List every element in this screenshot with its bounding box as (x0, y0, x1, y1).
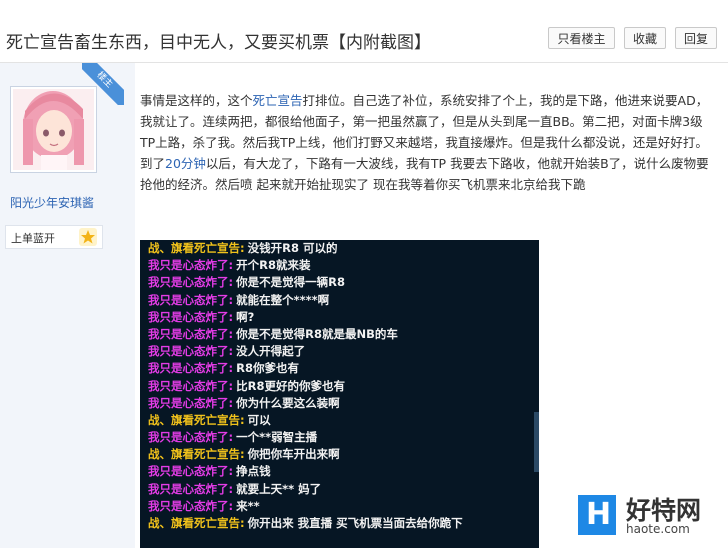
chat-speaker: 我只是心态炸了: (148, 326, 234, 341)
chat-line: 我只是心态炸了: 没人开得起了 (140, 343, 539, 360)
chat-message: 没人开得起了 (236, 344, 306, 359)
chat-speaker: 我只是心态炸了: (148, 275, 234, 290)
chat-line: 我只是心态炸了: 挣点钱 (140, 463, 539, 480)
chat-log: 战、旗看死亡宣告: 没钱开R8 可以的 我只是心态炸了: 开个R8就来装 我只是心态炸了… (140, 240, 539, 532)
chat-message: 你是不是觉得R8就是最NB的车 (236, 326, 398, 341)
watermark-logo-icon: H (578, 495, 616, 535)
chat-message: 一个**弱智主播 (236, 430, 318, 445)
author-username[interactable]: 阳光少年安琪酱 (10, 194, 94, 211)
chat-line: 我只是心态炸了: 你为什么要这么装啊 (140, 395, 539, 412)
chat-message: R8你爹也有 (236, 361, 299, 376)
chat-message: 你开出来 我直播 买飞机票当面去给你跪下 (247, 516, 463, 530)
chat-speaker: 我只是心态炸了: (148, 361, 234, 376)
chat-message: 就能在整个****啊 (236, 292, 330, 307)
watermark: H 好特网 haote.com (574, 491, 724, 543)
watermark-url: haote.com (626, 522, 690, 536)
chat-line: 战、旗看死亡宣告: 你把你车开出来啊 (140, 446, 539, 463)
chat-speaker: 我只是心态炸了: (148, 292, 234, 307)
chat-message: 你是不是觉得一辆R8 (236, 275, 345, 290)
chat-speaker: 战、旗看死亡宣告: (148, 241, 245, 255)
chat-speaker: 我只是心态炸了: (148, 309, 234, 324)
chat-speaker: 我只是心态炸了: (148, 464, 234, 479)
chat-line: 我只是心态炸了: 开个R8就来装 (140, 257, 539, 274)
chat-line: 我只是心态炸了: 就能在整个****啊 (140, 292, 539, 309)
post-link-name[interactable]: 死亡宣告 (253, 93, 303, 108)
chat-line: 我只是心态炸了: 你是不是觉得R8就是最NB的车 (140, 326, 539, 343)
only-author-button[interactable]: 只看楼主 (548, 27, 615, 49)
chat-speaker: 我只是心态炸了: (148, 344, 234, 359)
chat-speaker: 战、旗看死亡宣告: (148, 412, 245, 427)
chat-line: 我只是心态炸了: R8你爹也有 (140, 360, 539, 377)
chat-line: 我只是心态炸了: 啊? (140, 309, 539, 326)
star-icon (79, 228, 97, 246)
chat-speaker: 我只是心态炸了: (148, 258, 234, 273)
chat-screenshot: 战、旗看死亡宣告: 没钱开R8 可以的 我只是心态炸了: 开个R8就来装 我只是心态炸了… (140, 240, 539, 548)
chat-speaker: 我只是心态炸了: (148, 395, 234, 410)
chat-message: 开个R8就来装 (236, 258, 311, 273)
chat-speaker: 战、旗看死亡宣告: (148, 516, 245, 530)
chat-line: 战、旗看死亡宣告: 没钱开R8 可以的 (140, 240, 539, 257)
chat-line: 战、旗看死亡宣告: 可以 (140, 412, 539, 429)
post-content: 事情是这样的，这个死亡宣告打排位。自己选了补位，系统安排了个上，我的是下路，他进… (140, 90, 710, 195)
level-label: 上单蓝开 (11, 232, 55, 245)
chat-speaker: 战、旗看死亡宣告: (148, 447, 245, 462)
thread-title: 死亡宣告畜生东西，目中无人，又要买机票【内附截图】 (6, 33, 431, 53)
post-link-time[interactable]: 20分钟 (165, 156, 206, 171)
chat-speaker: 我只是心态炸了: (148, 481, 234, 496)
chat-message: 你为什么要这么装啊 (236, 395, 340, 410)
chat-line: 我只是心态炸了: 就要上天** 妈了 (140, 481, 539, 498)
chat-speaker: 我只是心态炸了: (148, 498, 234, 513)
post-text-part: 以后，有大龙了，下路有一大波线，我有TP 我要去下路收，他就开始装B了，说什么废… (140, 156, 709, 192)
author-badge: 楼主 (82, 63, 124, 105)
chat-message: 挣点钱 (236, 464, 271, 479)
chat-line: 战、旗看死亡宣告: 你开出来 我直播 买飞机票当面去给你跪下 (140, 515, 539, 532)
chat-message: 就要上天** 妈了 (236, 481, 322, 496)
chat-speaker: 我只是心态炸了: (148, 430, 234, 445)
favorite-button[interactable]: 收藏 (624, 27, 666, 49)
reply-button[interactable]: 回复 (675, 27, 717, 49)
chat-line: 我只是心态炸了: 一个**弱智主播 (140, 429, 539, 446)
author-level[interactable]: 上单蓝开 (5, 225, 103, 249)
chat-message: 可以 (247, 412, 271, 427)
chat-message: 你把你车开出来啊 (247, 447, 340, 462)
chat-message: 没钱开R8 可以的 (247, 241, 338, 255)
chat-line: 我只是心态炸了: 来** (140, 498, 539, 515)
post-text-part: 事情是这样的，这个 (140, 93, 253, 108)
chat-line: 我只是心态炸了: 比R8更好的你爹也有 (140, 378, 539, 395)
thread-header: 死亡宣告畜生东西，目中无人，又要买机票【内附截图】 只看楼主 收藏 回复 (0, 0, 728, 63)
chat-line: 我只是心态炸了: 你是不是觉得一辆R8 (140, 274, 539, 291)
chat-message: 来** (236, 498, 260, 513)
chat-scrollbar (534, 412, 539, 472)
chat-message: 啊? (236, 309, 255, 324)
author-panel: 楼主 阳光少年安琪酱 上单蓝开 (0, 63, 135, 548)
chat-message: 比R8更好的你爹也有 (236, 378, 345, 393)
chat-speaker: 我只是心态炸了: (148, 378, 234, 393)
